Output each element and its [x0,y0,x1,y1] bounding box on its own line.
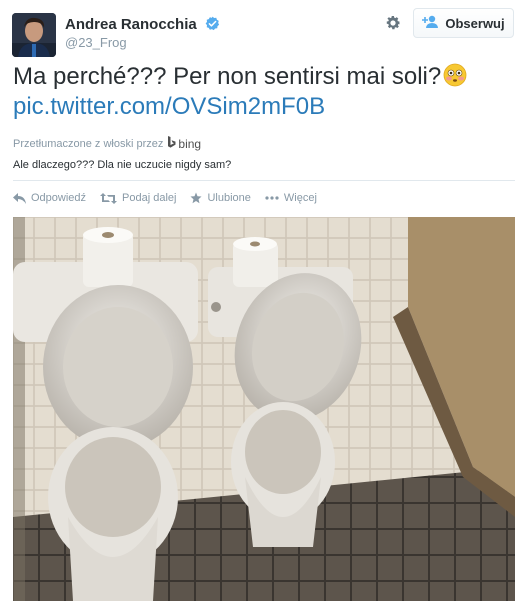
tweet-body: Ma perché??? Per non sentirsi mai soli? [13,63,442,90]
user-handle[interactable]: @23_Frog [65,35,127,50]
translation-label: Przetłumaczone z włoski przez [13,138,164,150]
retweet-button[interactable]: Podaj dalej [100,192,176,204]
favorite-label: Ulubione [207,192,251,204]
translation-text: Ale dlaczego??? Dla nie uczucie nigdy sa… [13,159,232,171]
more-label: Więcej [283,192,317,204]
reply-icon [13,192,26,204]
favorite-button[interactable]: Ulubione [190,192,251,204]
add-user-icon [422,15,439,31]
retweet-icon [100,192,118,204]
tweet-header: Andrea Ranocchia @23_Frog Obserwuj [0,0,527,60]
tweet-photo[interactable] [13,217,515,601]
tweet-text: Ma perché??? Per non sentirsi mai soli? … [13,62,513,122]
reply-button[interactable]: Odpowiedź [13,192,86,204]
follow-button[interactable]: Obserwuj [413,8,514,38]
tweet-actions: Odpowiedź Podaj dalej Ulubione Więcej [13,192,317,204]
more-dots-icon [265,196,279,200]
more-button[interactable]: Więcej [265,192,317,204]
bing-logo[interactable]: bing [167,136,201,152]
gear-icon[interactable] [384,14,402,32]
verified-badge-icon [205,16,220,31]
retweet-label: Podaj dalej [122,192,177,204]
bing-logo-text: bing [178,137,202,151]
flushed-face-emoji-icon [443,63,467,87]
star-icon [190,192,202,204]
divider [13,180,515,181]
reply-label: Odpowiedź [31,192,87,204]
tweet-picture-link[interactable]: pic.twitter.com/OVSim2mF0B [13,93,325,120]
avatar[interactable] [12,13,56,57]
user-name[interactable]: Andrea Ranocchia [65,16,197,33]
follow-button-label: Obserwuj [445,15,505,31]
bing-logo-icon [167,136,176,152]
user-name-row: Andrea Ranocchia [65,16,220,34]
translation-attribution: Przetłumaczone z włoski przez bing [13,136,201,152]
